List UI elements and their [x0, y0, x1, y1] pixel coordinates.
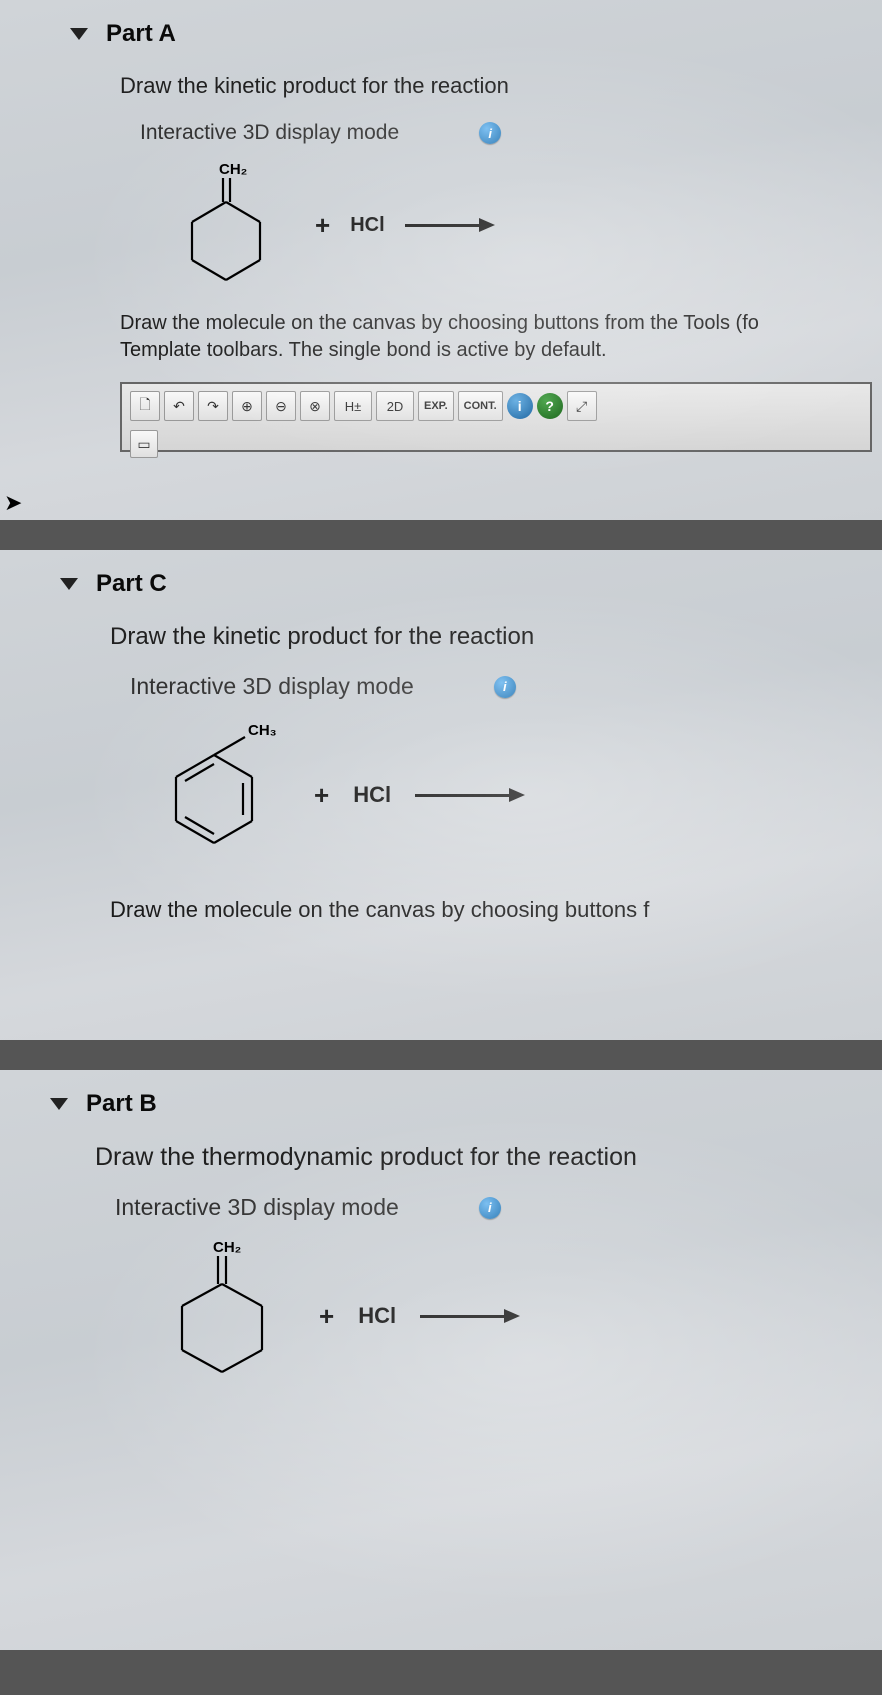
- plus-sign: +: [314, 780, 329, 811]
- expand-tool-button[interactable]: EXP.: [418, 391, 454, 421]
- info-icon[interactable]: i: [479, 1197, 501, 1219]
- canvas-instructions-c: Draw the molecule on the canvas by choos…: [110, 895, 872, 925]
- reactant-molecule-b: CH₂: [165, 1236, 295, 1396]
- info-icon[interactable]: i: [494, 676, 516, 698]
- reaction-arrow-icon: [415, 788, 525, 802]
- part-c-prompt: Draw the kinetic product for the reactio…: [110, 623, 872, 651]
- zoom-out-icon[interactable]: ⊖: [266, 391, 296, 421]
- delete-icon[interactable]: ⊗: [300, 391, 330, 421]
- undo-icon[interactable]: ↶: [164, 391, 194, 421]
- info-icon[interactable]: i: [479, 122, 501, 144]
- part-a-title: Part A: [106, 20, 176, 48]
- contract-tool-button[interactable]: CONT.: [458, 391, 503, 421]
- collapse-toggle-b[interactable]: [50, 1098, 68, 1110]
- reactant-molecule-c: CH₃: [140, 715, 290, 875]
- part-b-prompt: Draw the thermodynamic product for the r…: [95, 1143, 872, 1172]
- reactant-molecule-a: CH₂: [175, 160, 295, 290]
- part-b-title: Part B: [86, 1090, 157, 1118]
- redo-icon[interactable]: ↷: [198, 391, 228, 421]
- substituent-label: CH₂: [213, 1239, 241, 1256]
- display-mode-label-c: Interactive 3D display mode: [130, 673, 414, 700]
- new-file-icon[interactable]: 🗋: [130, 391, 160, 421]
- collapse-toggle-a[interactable]: [70, 28, 88, 40]
- zoom-in-icon[interactable]: ⊕: [232, 391, 262, 421]
- info-button-icon[interactable]: i: [507, 393, 533, 419]
- mouse-cursor-icon: ➤: [4, 490, 22, 516]
- reaction-display-b: CH₂ + HCl: [165, 1236, 872, 1396]
- part-c-title: Part C: [96, 570, 167, 598]
- selection-tool-icon[interactable]: ▭: [130, 430, 158, 458]
- twod-tool-icon[interactable]: 2D: [376, 391, 414, 421]
- reaction-arrow-icon: [405, 218, 495, 232]
- collapse-toggle-c[interactable]: [60, 578, 78, 590]
- reaction-arrow-icon: [420, 1309, 520, 1323]
- substituent-label: CH₃: [248, 722, 277, 739]
- plus-sign: +: [319, 1301, 334, 1332]
- display-mode-label-b: Interactive 3D display mode: [115, 1194, 399, 1221]
- plus-sign: +: [315, 210, 330, 241]
- help-button-icon[interactable]: ?: [537, 393, 563, 419]
- reagent-a: HCl: [350, 214, 384, 237]
- substituent-label: CH₂: [219, 161, 247, 178]
- part-a-prompt: Draw the kinetic product for the reactio…: [120, 73, 872, 99]
- reaction-display-a: CH₂ + HCl: [175, 160, 872, 290]
- canvas-instructions-a: Draw the molecule on the canvas by choos…: [120, 310, 872, 364]
- display-mode-label-a: Interactive 3D display mode: [140, 121, 399, 145]
- reagent-c: HCl: [353, 782, 391, 808]
- reaction-display-c: CH₃ + HCl: [140, 715, 872, 875]
- reagent-b: HCl: [358, 1303, 396, 1329]
- fullscreen-icon[interactable]: ⤢: [567, 391, 597, 421]
- hydrogen-tool-icon[interactable]: H±: [334, 391, 372, 421]
- drawing-toolbar: 🗋 ↶ ↷ ⊕ ⊖ ⊗ H± 2D EXP. CONT. i ?: [120, 382, 872, 452]
